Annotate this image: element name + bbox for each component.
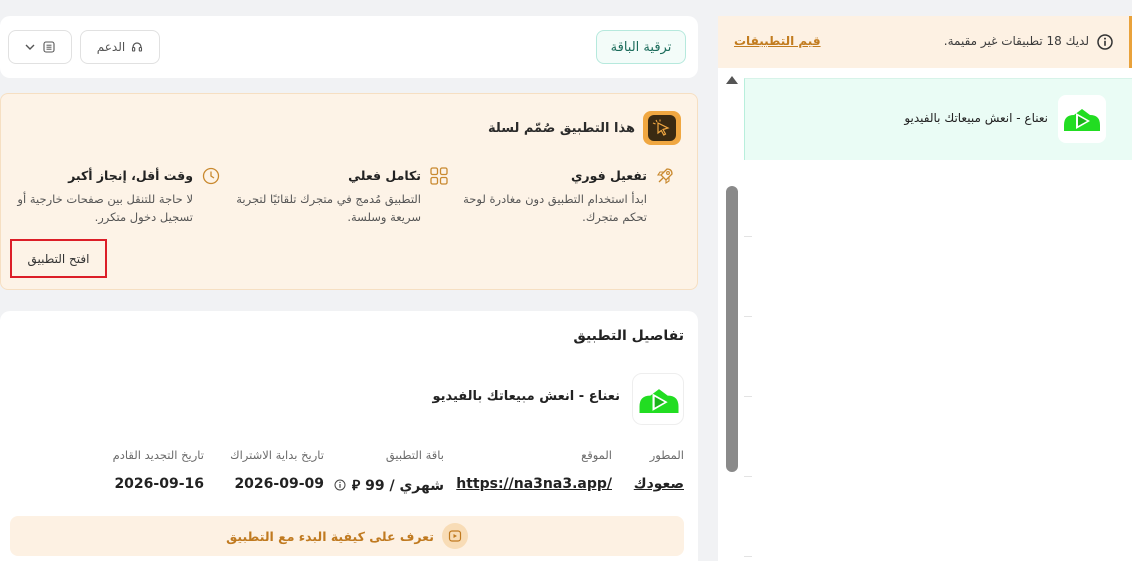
chevron-down-icon bbox=[25, 44, 35, 50]
website-field: الموقع https://na3na3.app/ bbox=[456, 448, 612, 492]
plan-value-row: شهري / 99 ⃁ bbox=[334, 476, 444, 494]
scroll-thumb[interactable] bbox=[726, 186, 738, 472]
website-link[interactable]: https://na3na3.app/ bbox=[456, 476, 612, 492]
info-icon bbox=[1097, 34, 1113, 50]
divider bbox=[744, 556, 752, 557]
app-name: نعناع - انعش مبيعاتك بالفيديو bbox=[432, 389, 620, 404]
headset-icon bbox=[132, 42, 143, 52]
play-video-icon bbox=[441, 523, 468, 549]
feature-title: تفعيل فوري bbox=[570, 168, 647, 183]
grid-icon bbox=[430, 167, 448, 185]
feature-description: ابدأ استخدام التطبيق دون مغادرة لوحة تحك… bbox=[463, 192, 647, 224]
feature-title: تكامل فعلي bbox=[348, 168, 421, 183]
field-label: تاريخ التجديد القادم bbox=[112, 448, 204, 462]
getting-started-text: تعرف على كيفية البدء مع التطبيق bbox=[226, 528, 434, 544]
notice-text: لديك 18 تطبيقات غير مقيمة. bbox=[943, 34, 1089, 48]
app-thumbnail bbox=[632, 373, 684, 425]
salla-logo bbox=[643, 111, 681, 145]
list-icon bbox=[43, 41, 55, 53]
scrollbar[interactable] bbox=[718, 68, 752, 561]
field-label: باقة التطبيق bbox=[385, 448, 444, 462]
details-title: تفاصيل التطبيق bbox=[573, 328, 684, 344]
feature-description: التطبيق مُدمج في متجرك تلقائيًا لتجربة س… bbox=[236, 192, 421, 224]
app-thumbnail bbox=[1058, 95, 1106, 143]
field-label: المطور bbox=[649, 448, 684, 462]
developer-field: المطور صعودك bbox=[634, 448, 684, 492]
renewal-date-value: 2026-09-16 bbox=[114, 476, 204, 492]
upgrade-plan-button[interactable]: ترقية الباقة bbox=[596, 30, 686, 64]
divider bbox=[744, 396, 752, 397]
divider bbox=[744, 236, 752, 237]
promo-title: هذا التطبيق صُمّم لسلة bbox=[488, 121, 635, 136]
support-label: الدعم bbox=[96, 40, 126, 54]
clock-icon bbox=[202, 167, 220, 185]
feature-real-integration: تكامل فعلي التطبيق مُدمج في متجرك تلقائي… bbox=[219, 166, 449, 236]
support-button[interactable]: الدعم bbox=[80, 30, 160, 64]
menu-dropdown-button[interactable] bbox=[8, 30, 72, 64]
unrated-apps-notice: لديك 18 تطبيقات غير مقيمة. قيم التطبيقات bbox=[718, 16, 1132, 68]
plan-value: شهري / 99 ⃁ bbox=[351, 478, 444, 494]
scroll-up-arrow-icon[interactable] bbox=[726, 76, 738, 84]
divider bbox=[744, 476, 752, 477]
feature-less-time: وقت أقل، إنجاز أكبر لا حاجة للتنقل بين ص… bbox=[0, 166, 221, 236]
getting-started-bar[interactable]: تعرف على كيفية البدء مع التطبيق bbox=[10, 516, 684, 556]
info-icon[interactable] bbox=[334, 479, 346, 491]
plan-field: باقة التطبيق شهري / 99 ⃁ bbox=[334, 448, 444, 494]
app-details-card: تفاصيل التطبيق نعناع - انعش مبيعاتك بالف… bbox=[0, 311, 698, 561]
renewal-date-field: تاريخ التجديد القادم 2026-09-16 bbox=[113, 448, 204, 492]
video-play-logo-icon bbox=[1064, 109, 1100, 131]
field-label: تاريخ بداية الاشتراك bbox=[230, 448, 324, 462]
apps-side-panel: لديك 18 تطبيقات غير مقيمة. قيم التطبيقات… bbox=[718, 16, 1132, 561]
start-date-value: 2026-09-09 bbox=[234, 476, 324, 492]
open-app-button[interactable]: افتح التطبيق bbox=[10, 239, 107, 278]
start-date-field: تاريخ بداية الاشتراك 2026-09-09 bbox=[230, 448, 324, 492]
cursor-click-icon bbox=[648, 115, 676, 141]
field-label: الموقع bbox=[581, 448, 612, 462]
rocket-icon bbox=[656, 168, 673, 185]
app-list-item-name: نعناع - انعش مبيعاتك بالفيديو bbox=[904, 111, 1048, 125]
feature-description: لا حاجة للتنقل بين صفحات خارجية أو تسجيل… bbox=[17, 192, 193, 224]
top-bar: ترقية الباقة الدعم bbox=[0, 16, 698, 78]
video-play-logo-icon bbox=[639, 389, 679, 413]
developer-link[interactable]: صعودك bbox=[634, 476, 684, 492]
divider bbox=[744, 316, 752, 317]
rate-apps-link[interactable]: قيم التطبيقات bbox=[734, 34, 821, 48]
feature-instant-activation: تفعيل فوري ابدأ استخدام التطبيق دون مغاد… bbox=[445, 166, 675, 236]
app-list-item[interactable]: نعناع - انعش مبيعاتك بالفيديو bbox=[744, 78, 1132, 160]
salla-built-app-card: هذا التطبيق صُمّم لسلة تفعيل فوري ابدأ ا… bbox=[0, 93, 698, 290]
feature-title: وقت أقل، إنجاز أكبر bbox=[68, 168, 193, 183]
